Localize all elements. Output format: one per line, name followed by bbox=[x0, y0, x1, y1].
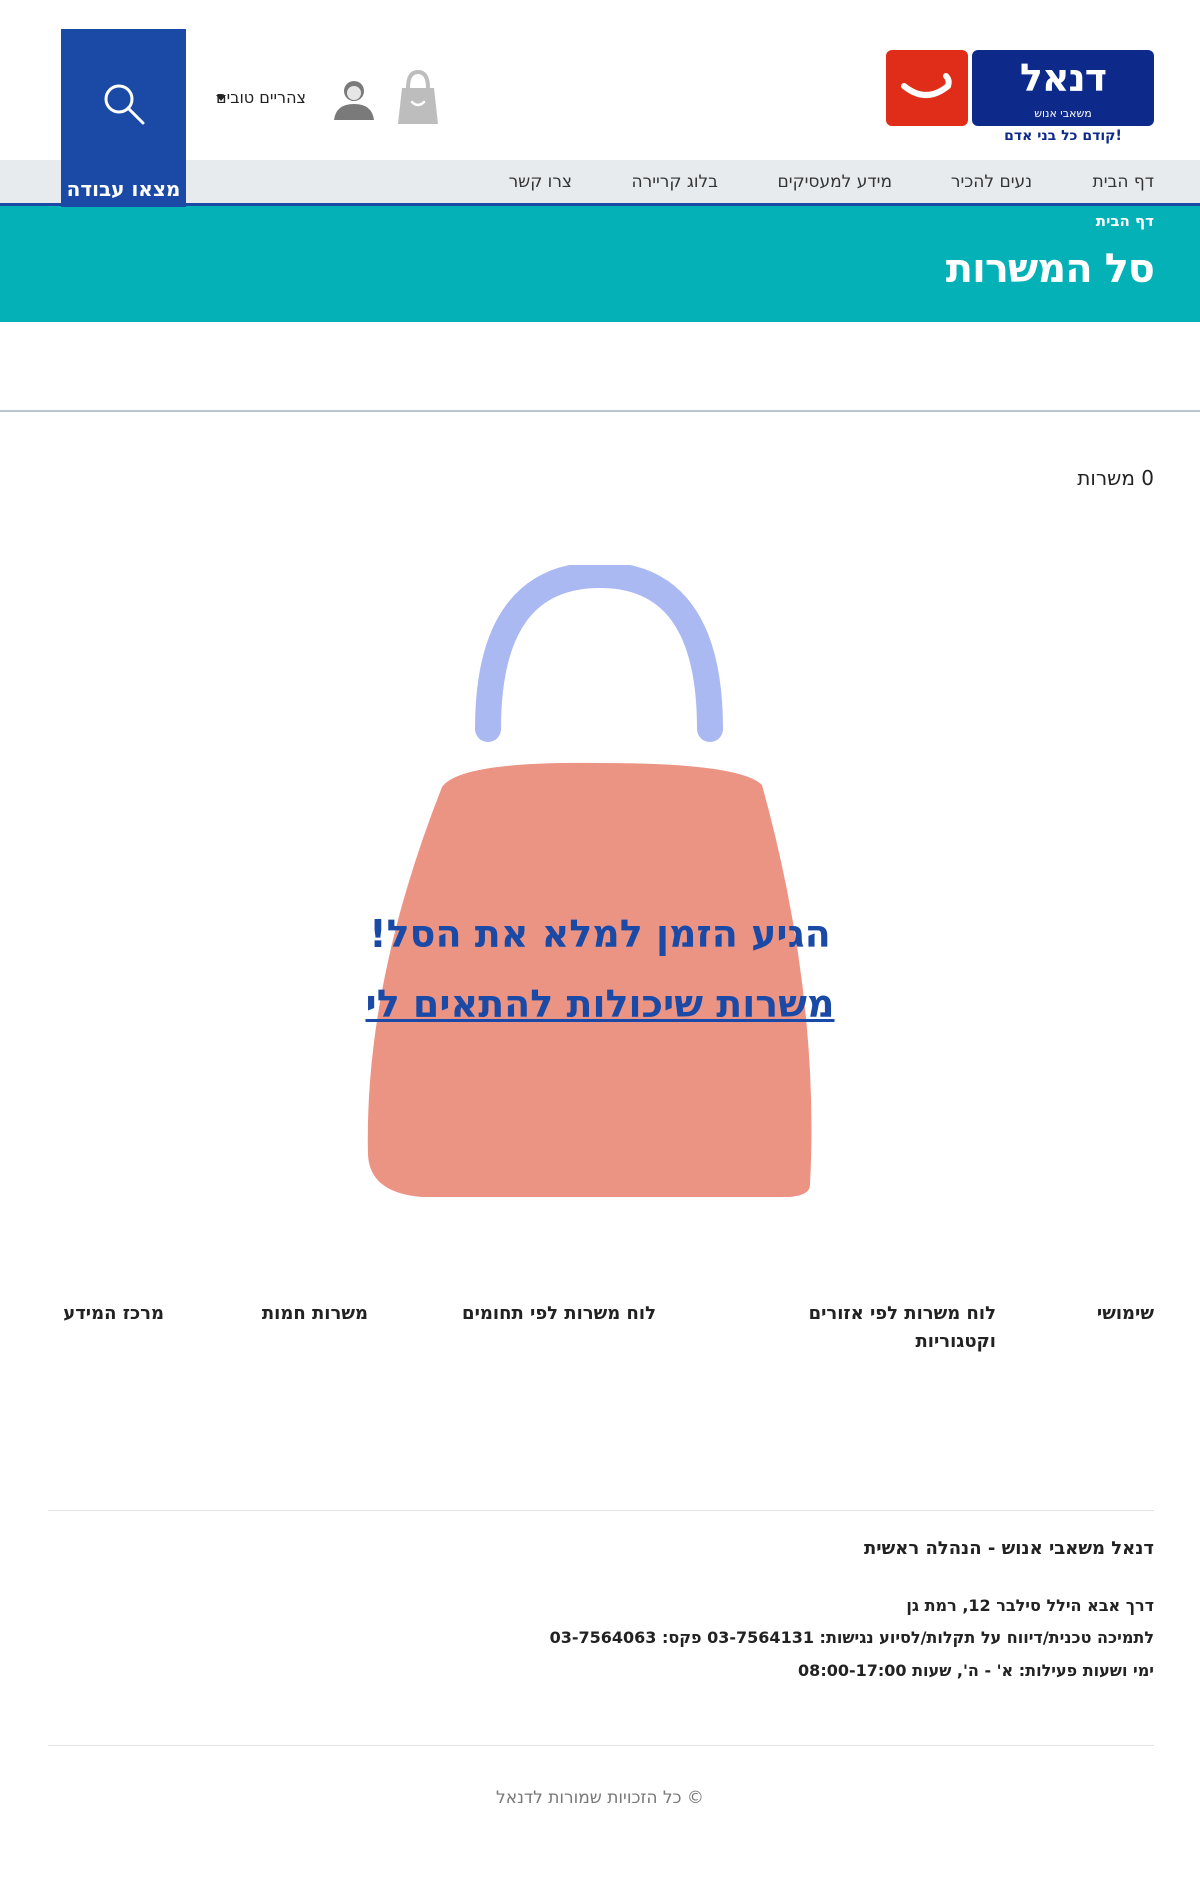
company-address: דרך אבא הילל סילבר 12, רמת גן bbox=[906, 1596, 1154, 1615]
caret-down-icon[interactable] bbox=[216, 95, 226, 101]
nav-item-contact[interactable]: צרו קשר bbox=[509, 172, 572, 192]
shopping-bag-icon[interactable] bbox=[396, 68, 440, 128]
job-count: 0 משרות bbox=[1077, 466, 1154, 490]
business-hours: ימי ושעות פעילות: א' - ה', שעות 08:00-17… bbox=[798, 1661, 1154, 1680]
footer-col-useful[interactable]: שימושי bbox=[1097, 1300, 1154, 1328]
find-job-label: מצאו עבודה bbox=[66, 177, 181, 201]
section-divider bbox=[0, 410, 1200, 412]
company-name: דנאל משאבי אנוש - הנהלה ראשית bbox=[863, 1538, 1154, 1559]
footer-col-hot-jobs[interactable]: משרות חמות bbox=[262, 1300, 368, 1328]
copyright: © כל הזכויות שמורות לדנאל bbox=[496, 1788, 704, 1808]
footer-divider-bottom bbox=[48, 1745, 1154, 1746]
footer-divider-top bbox=[48, 1510, 1154, 1511]
footer-col-jobs-by-region[interactable]: לוח משרות לפי אזורים וקטגוריות bbox=[796, 1300, 996, 1356]
greeting-text: צהריים טובים bbox=[216, 88, 307, 107]
page-title: סל המשרות bbox=[945, 246, 1155, 292]
empty-state-headline: הגיע הזמן למלא את הסל! bbox=[369, 912, 831, 956]
user-icon[interactable] bbox=[332, 78, 376, 120]
find-job-button[interactable]: מצאו עבודה bbox=[61, 29, 186, 207]
support-phone: לתמיכה טכנית/דיווח על תקלות/לסיוע נגישות… bbox=[549, 1628, 1154, 1647]
empty-basket-illustration bbox=[367, 565, 812, 1197]
search-icon bbox=[104, 84, 145, 125]
logo-wordmark: דנאל bbox=[1019, 56, 1107, 100]
nav-item-career-blog[interactable]: בלוג קריירה bbox=[632, 172, 719, 192]
logo-subtitle: משאבי אנוש bbox=[1034, 107, 1092, 120]
nav-item-employers[interactable]: מידע למעסיקים bbox=[777, 172, 892, 192]
danel-logo[interactable]: דנאל משאבי אנוש קודם כל בני אדם! bbox=[886, 50, 1154, 146]
logo-tagline: קודם כל בני אדם! bbox=[1004, 128, 1122, 144]
page-banner: דף הבית סל המשרות bbox=[0, 206, 1200, 322]
logo-smile-mark bbox=[886, 50, 968, 126]
greeting-menu[interactable]: צהריים טובים bbox=[216, 88, 306, 107]
footer-col-info-center[interactable]: מרכז המידע bbox=[63, 1300, 164, 1328]
logo-wordmark-box: דנאל משאבי אנוש bbox=[972, 50, 1154, 126]
smile-icon bbox=[901, 73, 952, 98]
footer-col-jobs-by-field[interactable]: לוח משרות לפי תחומים bbox=[462, 1300, 656, 1328]
nav-item-home[interactable]: דף הבית bbox=[1093, 172, 1154, 192]
matching-jobs-link[interactable]: משרות שיכולות להתאים לי bbox=[250, 982, 950, 1026]
breadcrumb-home[interactable]: דף הבית bbox=[1096, 212, 1154, 230]
nav-item-about[interactable]: נעים להכיר bbox=[951, 172, 1032, 192]
